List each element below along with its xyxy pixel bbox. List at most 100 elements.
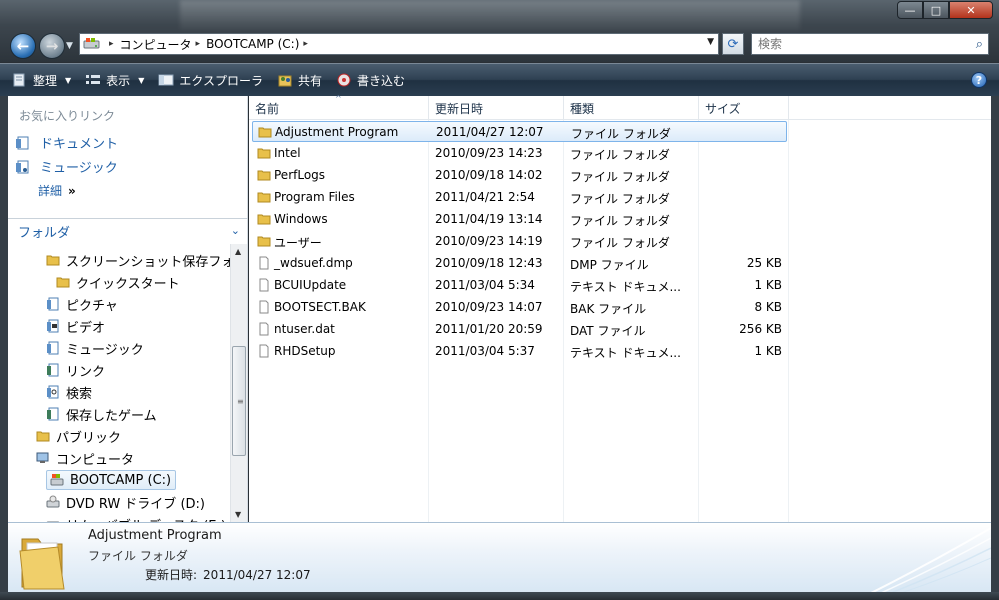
tree-item[interactable]: コンピュータ: [36, 448, 134, 468]
favorite-link-label: ドキュメント: [40, 137, 119, 152]
file-row[interactable]: PerfLogs 2010/09/18 14:02 ファイル フォルダ: [252, 165, 787, 186]
explorer-button[interactable]: エクスプローラ: [158, 72, 263, 89]
file-type: テキスト ドキュメ...: [570, 280, 681, 294]
tree-item[interactable]: ピクチャ: [46, 294, 118, 314]
tree-item[interactable]: 保存したゲーム: [46, 404, 157, 424]
file-icon: [257, 256, 271, 270]
details-pane: Adjustment Program ファイル フォルダ 更新日時: 2011/0…: [8, 522, 991, 592]
scroll-grip-icon: ≡: [237, 397, 244, 406]
forward-button[interactable]: →: [39, 33, 65, 59]
column-headers: 名前 ^ 更新日時 種類 サイズ: [249, 94, 991, 120]
file-row[interactable]: RHDSetup 2011/03/04 5:37 テキスト ドキュメ... 1 KB: [252, 341, 787, 362]
tree-item[interactable]: BOOTCAMP (C:): [46, 470, 177, 490]
file-size: 1 KB: [754, 278, 782, 292]
close-button[interactable]: ✕: [949, 1, 993, 19]
drive-icon: [83, 38, 100, 49]
file-row[interactable]: Intel 2010/09/23 14:23 ファイル フォルダ: [252, 143, 787, 164]
breadcrumb-separator[interactable]: ▸: [196, 39, 201, 49]
file-type: ファイル フォルダ: [570, 236, 670, 250]
breadcrumb-separator[interactable]: ▸: [109, 39, 114, 49]
column-header-date[interactable]: 更新日時: [429, 96, 564, 120]
window-frame-left: [0, 96, 8, 592]
tree-item[interactable]: クイックスタート: [56, 272, 180, 292]
favorite-link-label: ミュージック: [40, 161, 118, 176]
scroll-up-icon[interactable]: ▲: [235, 247, 241, 256]
address-dropdown-icon[interactable]: ▼: [707, 37, 714, 47]
file-size: 8 KB: [754, 300, 782, 314]
search-icon[interactable]: ⌕: [976, 37, 983, 52]
tree-item[interactable]: パブリック: [36, 426, 121, 446]
documents-icon: [16, 136, 29, 149]
address-bar[interactable]: ▸ コンピュータ ▸ BOOTCAMP (C:) ▸ ▼: [79, 33, 719, 55]
file-name: Intel: [274, 146, 301, 160]
file-icon: [257, 278, 271, 292]
breadcrumb-computer[interactable]: コンピュータ: [120, 36, 192, 53]
scrollbar-thumb[interactable]: ≡: [232, 346, 246, 456]
pictures-icon: [46, 297, 60, 311]
tree-item[interactable]: リムーバブル ディスク (E:): [46, 514, 226, 522]
tree-item-label: コンピュータ: [56, 452, 135, 468]
file-date: 2010/09/23 14:19: [435, 234, 543, 248]
file-row[interactable]: ntuser.dat 2011/01/20 20:59 DAT ファイル 256 KB: [252, 319, 787, 340]
maximize-button[interactable]: □: [923, 1, 949, 19]
tree-item[interactable]: DVD RW ドライブ (D:): [46, 492, 205, 512]
file-type: ファイル フォルダ: [570, 170, 670, 184]
favorite-links-header: お気に入りリンク: [19, 109, 116, 123]
tree-item[interactable]: 検索: [46, 382, 92, 402]
tree-item-label: BOOTCAMP (C:): [70, 472, 172, 488]
help-button[interactable]: ?: [971, 72, 987, 88]
column-header-size[interactable]: サイズ: [699, 96, 789, 120]
tree-item[interactable]: ミュージック: [46, 338, 144, 358]
file-row[interactable]: _wdsuef.dmp 2010/09/18 12:43 DMP ファイル 25 KB: [252, 253, 787, 274]
minimize-button[interactable]: —: [897, 1, 923, 19]
tree-item-label: ビデオ: [66, 320, 106, 336]
folders-label: フォルダ: [18, 226, 71, 241]
file-date: 2011/03/04 5:34: [435, 278, 535, 292]
organize-menu[interactable]: 整理 ▼: [12, 72, 71, 89]
favorite-links-more[interactable]: 詳細 »: [38, 182, 76, 199]
column-header-type[interactable]: 種類: [564, 96, 699, 120]
modified-label: 更新日時:: [145, 568, 198, 582]
title-bar: — □ ✕ ← → ▼ ▸ コンピュータ ▸ BOOTCAMP (C:) ▸ ▼…: [0, 0, 999, 62]
tree-item[interactable]: ビデオ: [46, 316, 105, 336]
file-type: ファイル フォルダ: [571, 127, 671, 141]
file-row[interactable]: BOOTSECT.BAK 2010/09/23 14:07 BAK ファイル 8 KB: [252, 297, 787, 318]
folder-tree-scrollbar[interactable]: ▲ ≡ ▼: [230, 244, 247, 522]
file-row[interactable]: Adjustment Program 2011/04/27 12:07 ファイル フ…: [252, 121, 787, 142]
search-input[interactable]: [758, 37, 958, 51]
sort-ascending-icon: ^: [335, 94, 342, 103]
breadcrumb-separator[interactable]: ▸: [303, 39, 308, 49]
favorite-link-documents[interactable]: ドキュメント: [16, 133, 118, 152]
file-name: ユーザー: [274, 236, 322, 250]
window-frame-right: [991, 96, 999, 592]
search-box[interactable]: ⌕: [751, 33, 989, 55]
file-date: 2011/04/19 13:14: [435, 212, 543, 226]
file-row[interactable]: ユーザー 2010/09/23 14:19 ファイル フォルダ: [252, 231, 787, 252]
breadcrumb-bootcamp[interactable]: BOOTCAMP (C:): [206, 37, 299, 51]
tree-item[interactable]: スクリーンショット保存フォルダ: [46, 250, 230, 270]
share-button[interactable]: 共有: [277, 72, 322, 89]
back-button[interactable]: ←: [10, 33, 36, 59]
tree-item-label: 検索: [66, 386, 93, 402]
file-date: 2011/04/27 12:07: [436, 125, 544, 139]
scroll-down-icon[interactable]: ▼: [235, 510, 241, 519]
folders-header[interactable]: フォルダ ⌄: [8, 218, 248, 244]
file-row[interactable]: Program Files 2011/04/21 2:54 ファイル フォルダ: [252, 187, 787, 208]
file-row[interactable]: Windows 2011/04/19 13:14 ファイル フォルダ: [252, 209, 787, 230]
views-label: 表示: [106, 73, 131, 88]
file-row[interactable]: BCUIUpdate 2011/03/04 5:34 テキスト ドキュメ... 1 K…: [252, 275, 787, 296]
refresh-button[interactable]: ⟳: [722, 33, 744, 55]
tree-item[interactable]: リンク: [46, 360, 105, 380]
favorite-link-music[interactable]: ミュージック: [16, 157, 118, 176]
videos-icon: [46, 319, 60, 333]
views-icon: [86, 75, 101, 84]
file-date: 2010/09/23 14:23: [435, 146, 543, 160]
views-menu[interactable]: 表示 ▼: [85, 72, 144, 89]
column-header-name[interactable]: 名前 ^: [249, 94, 429, 120]
recent-pages-dropdown[interactable]: ▼: [66, 41, 73, 51]
burn-button[interactable]: 書き込む: [336, 72, 405, 89]
file-icon: [257, 322, 271, 336]
tree-item-label: スクリーンショット保存フォルダ: [66, 254, 230, 270]
navigation-pane: お気に入りリンク ドキュメント ミュージック 詳細 » フォルダ ⌄ スクリーンシ…: [8, 96, 248, 522]
window-controls: — □ ✕: [897, 1, 993, 19]
